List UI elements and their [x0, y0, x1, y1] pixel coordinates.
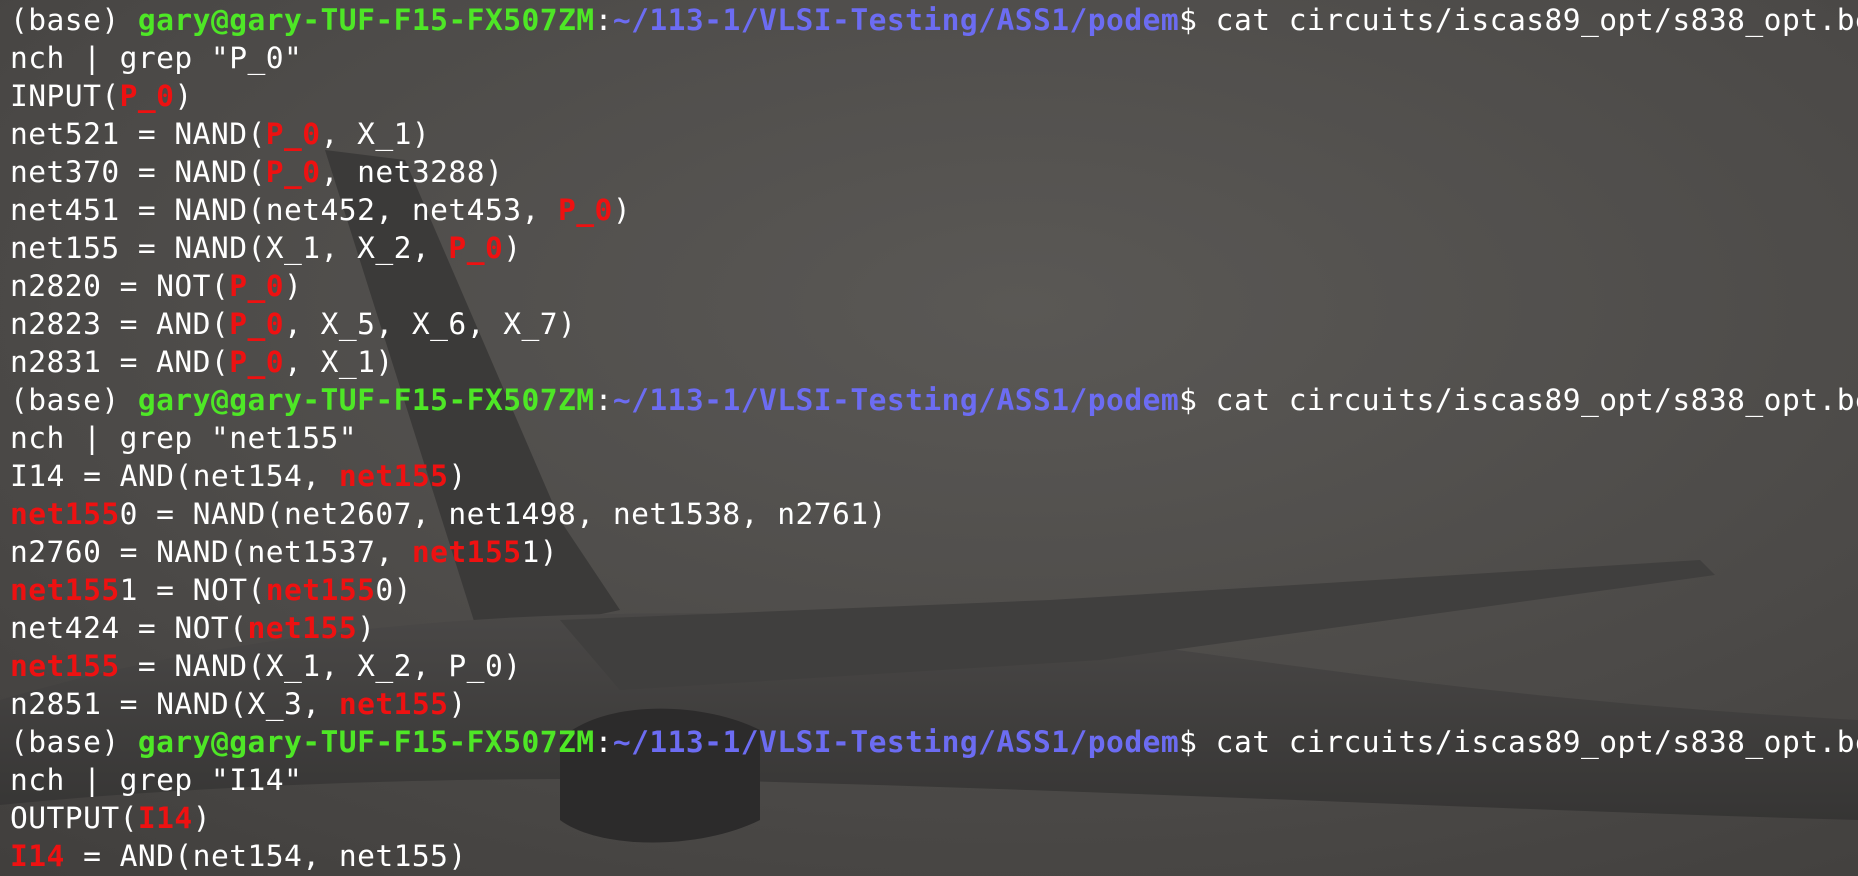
output-line: net521 = NAND(P_0, X_1): [10, 115, 1858, 153]
output-text: 1): [521, 535, 559, 569]
output-text: 0): [375, 573, 412, 607]
prompt-user-host: gary@gary-TUF-F15-FX507ZM: [137, 3, 595, 37]
output-line: net451 = NAND(net452, net453, P_0): [10, 191, 1858, 229]
output-line: net155 = NAND(X_1, X_2, P_0): [10, 229, 1858, 267]
output-text: ): [357, 611, 376, 645]
output-text: I14 = AND(net154,: [10, 459, 339, 493]
command-text-continued: nch | grep "net155": [10, 421, 358, 455]
output-text: n2820 = NOT(: [10, 269, 230, 303]
prompt-path: ~/113-1/VLSI-Testing/ASS1/podem: [612, 3, 1180, 37]
prompt-path: ~/113-1/VLSI-Testing/ASS1/podem: [612, 725, 1180, 759]
prompt-user-host: gary@gary-TUF-F15-FX507ZM: [137, 383, 595, 417]
command-text: cat circuits/iscas89_opt/s838_opt.be: [1197, 383, 1858, 417]
output-text: 0 = NAND(net2607, net1498, net1538, n276…: [119, 497, 887, 531]
terminal-window[interactable]: (base) gary@gary-TUF-F15-FX507ZM:~/113-1…: [0, 0, 1858, 876]
output-text: net424 = NOT(: [10, 611, 248, 645]
output-text: INPUT(: [10, 79, 120, 113]
command-text: cat circuits/iscas89_opt/s838_opt.be: [1197, 3, 1858, 37]
prompt-path: ~/113-1/VLSI-Testing/ASS1/podem: [612, 383, 1180, 417]
command-text-continued: nch | grep "I14": [10, 763, 303, 797]
output-text: ): [192, 801, 211, 835]
output-line: net155 = NAND(X_1, X_2, P_0): [10, 647, 1858, 685]
output-line: I14 = AND(net154, net155): [10, 837, 1858, 875]
grep-match-highlight: P_0: [558, 193, 613, 227]
output-line: n2831 = AND(P_0, X_1): [10, 343, 1858, 381]
grep-match-highlight: net155: [338, 459, 449, 493]
prompt-line: (base) gary@gary-TUF-F15-FX507ZM:~/113-1…: [10, 1, 1858, 39]
output-text: ): [612, 193, 632, 227]
output-text: n2760 = NAND(net1537,: [10, 535, 412, 569]
output-text: OUTPUT(: [10, 801, 138, 835]
output-line: n2823 = AND(P_0, X_5, X_6, X_7): [10, 305, 1858, 343]
grep-match-highlight: P_0: [229, 269, 285, 303]
output-line: net1550 = NAND(net2607, net1498, net1538…: [10, 495, 1858, 533]
command-wrap-line: nch | grep "P_0": [10, 39, 1858, 77]
grep-match-highlight: P_0: [119, 79, 175, 113]
output-line: I14 = AND(net154, net155): [10, 457, 1858, 495]
grep-match-highlight: I14: [137, 801, 193, 835]
output-text: 1 = NOT(: [119, 573, 266, 607]
grep-match-highlight: net155: [265, 573, 376, 607]
output-line: OUTPUT(I14): [10, 799, 1858, 837]
conda-env-label: (base): [10, 383, 138, 417]
output-text: net521 = NAND(: [10, 117, 266, 151]
grep-match-highlight: net155: [10, 649, 120, 683]
grep-match-highlight: net155: [411, 535, 522, 569]
grep-match-highlight: P_0: [265, 155, 321, 189]
prompt-line: (base) gary@gary-TUF-F15-FX507ZM:~/113-1…: [10, 381, 1858, 419]
output-text: , X_5, X_6, X_7): [284, 307, 577, 341]
prompt-line: (base) gary@gary-TUF-F15-FX507ZM:~/113-1…: [10, 723, 1858, 761]
grep-match-highlight: net155: [338, 687, 449, 721]
output-text: ): [448, 687, 467, 721]
command-text-continued: nch | grep "P_0": [10, 41, 303, 75]
output-text: n2823 = AND(: [10, 307, 230, 341]
output-text: , X_1): [320, 117, 431, 151]
grep-match-highlight: P_0: [229, 307, 285, 341]
output-text: net370 = NAND(: [10, 155, 266, 189]
output-text: , net3288): [320, 155, 504, 189]
output-line: n2820 = NOT(P_0): [10, 267, 1858, 305]
prompt-user-host: gary@gary-TUF-F15-FX507ZM: [137, 725, 595, 759]
grep-match-highlight: net155: [247, 611, 358, 645]
output-text: ): [448, 459, 467, 493]
conda-env-label: (base): [10, 725, 138, 759]
conda-env-label: (base): [10, 3, 138, 37]
command-wrap-line: nch | grep "net155": [10, 419, 1858, 457]
output-text: , X_1): [284, 345, 394, 379]
prompt-symbol: $: [1179, 383, 1198, 417]
prompt-separator: :: [594, 383, 613, 417]
prompt-symbol: $: [1179, 725, 1198, 759]
output-text: net451 = NAND(net452, net453,: [10, 193, 559, 227]
grep-match-highlight: net155: [10, 497, 120, 531]
output-line: net370 = NAND(P_0, net3288): [10, 153, 1858, 191]
output-text: ): [284, 269, 303, 303]
output-line: n2851 = NAND(X_3, net155): [10, 685, 1858, 723]
grep-match-highlight: P_0: [448, 231, 504, 265]
output-text: ): [174, 79, 193, 113]
output-text: n2851 = NAND(X_3,: [10, 687, 339, 721]
output-text: ): [503, 231, 522, 265]
output-text: = NAND(X_1, X_2, P_0): [119, 649, 522, 683]
prompt-separator: :: [594, 3, 613, 37]
grep-match-highlight: P_0: [229, 345, 285, 379]
prompt-symbol: $: [1179, 3, 1198, 37]
command-text: cat circuits/iscas89_opt/s838_opt.be: [1197, 725, 1858, 759]
output-line: net424 = NOT(net155): [10, 609, 1858, 647]
prompt-separator: :: [594, 725, 613, 759]
command-wrap-line: nch | grep "I14": [10, 761, 1858, 799]
output-text: n2831 = AND(: [10, 345, 230, 379]
grep-match-highlight: net155: [10, 573, 120, 607]
output-line: n2760 = NAND(net1537, net1551): [10, 533, 1858, 571]
grep-match-highlight: I14: [10, 839, 65, 873]
output-line: net1551 = NOT(net1550): [10, 571, 1858, 609]
output-text: net155 = NAND(X_1, X_2,: [10, 231, 449, 265]
output-text: = AND(net154, net155): [64, 839, 467, 873]
output-line: INPUT(P_0): [10, 77, 1858, 115]
grep-match-highlight: P_0: [265, 117, 321, 151]
